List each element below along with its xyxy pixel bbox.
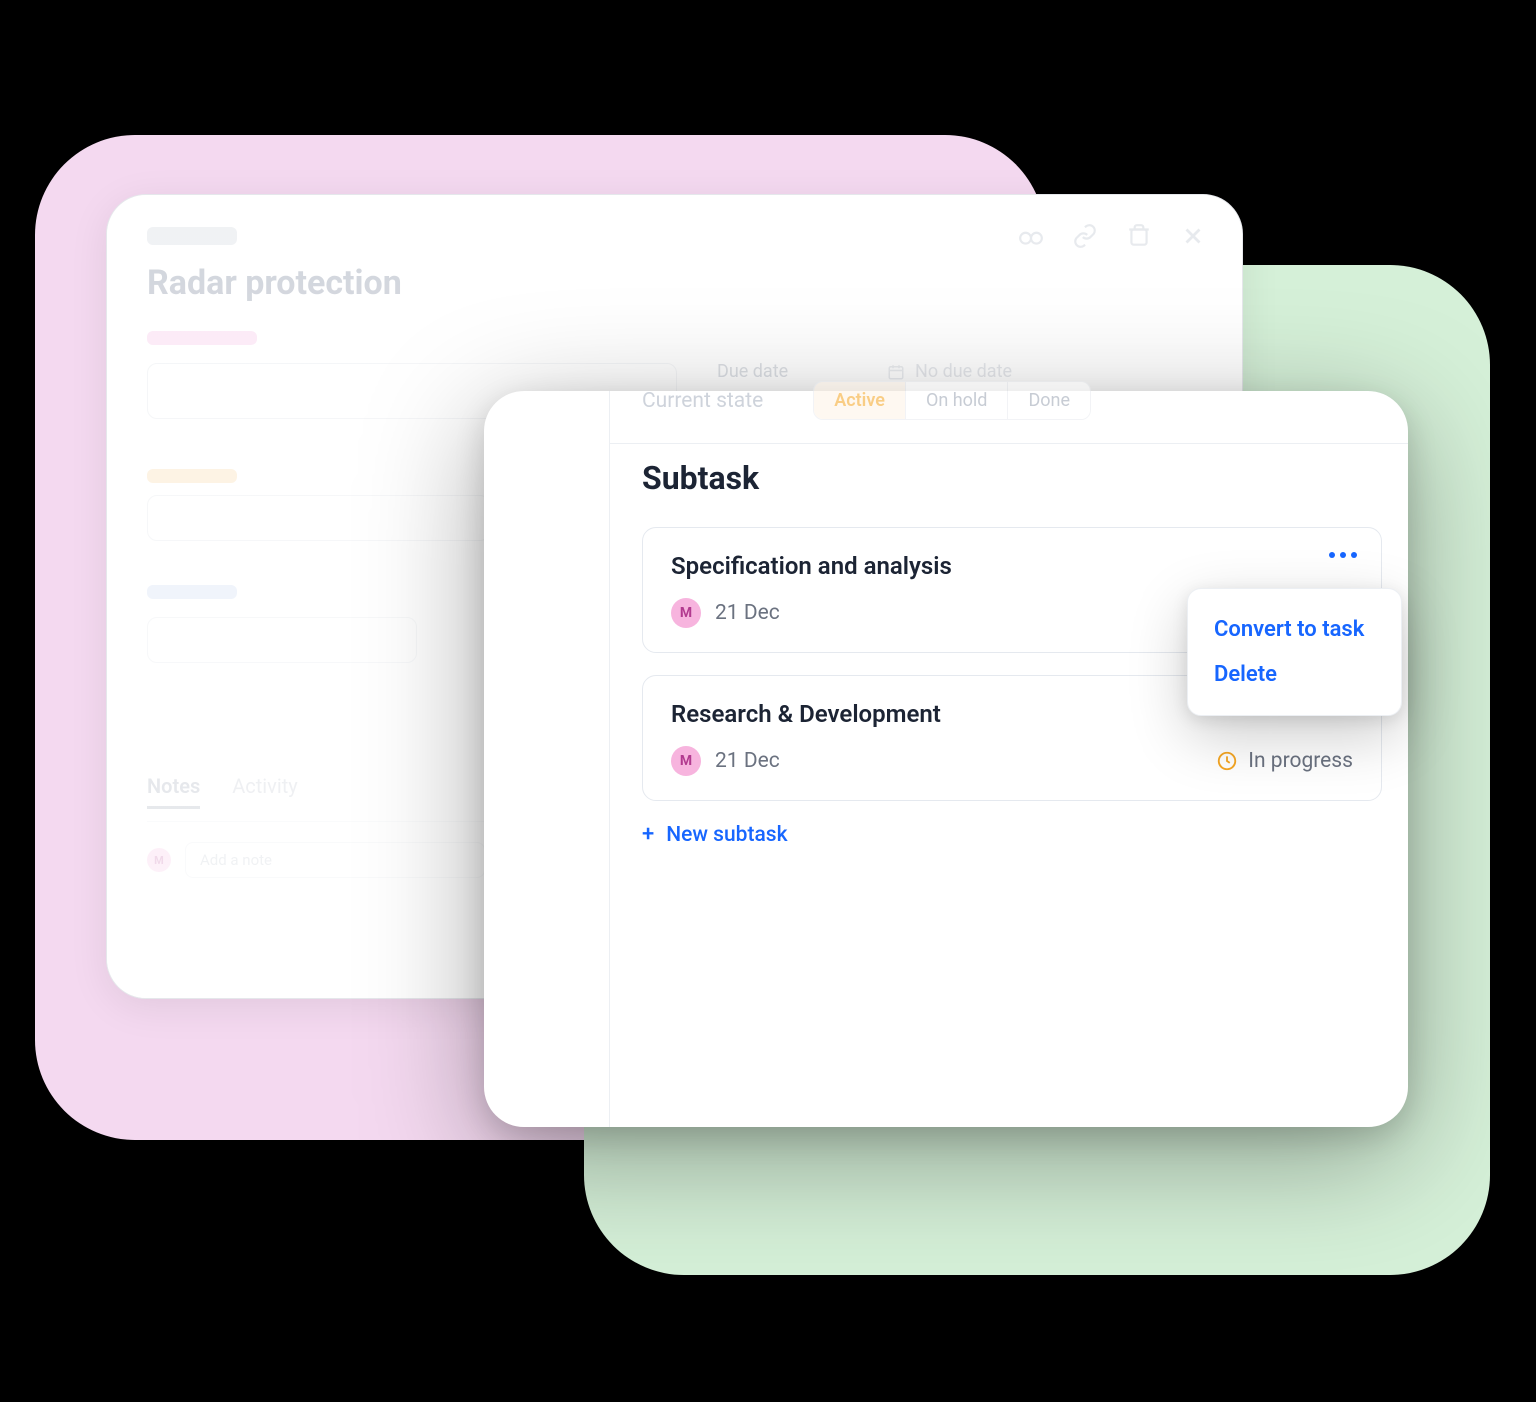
tab-notes[interactable]: Notes <box>147 774 200 809</box>
avatar: M <box>147 848 171 872</box>
due-date-label: Due date <box>717 361 827 382</box>
new-subtask-label: New subtask <box>666 823 787 847</box>
more-menu-button[interactable] <box>1329 552 1357 558</box>
trash-icon[interactable] <box>1126 223 1152 249</box>
subtask-date: 21 Dec <box>715 749 780 773</box>
task-title: Radar protection <box>147 263 1202 303</box>
note-input[interactable]: Add a note <box>185 842 485 878</box>
subtask-card-front: Current state Active On hold Done Subtas… <box>484 391 1408 1127</box>
subtask-date: 21 Dec <box>715 601 780 625</box>
tab-activity[interactable]: Activity <box>232 774 297 809</box>
back-header: Radar protection <box>107 195 1242 303</box>
menu-convert-to-task[interactable]: Convert to task <box>1188 607 1401 652</box>
field-label-skeleton <box>147 469 237 483</box>
plus-icon: + <box>642 824 654 846</box>
new-subtask-button[interactable]: + New subtask <box>642 823 1408 847</box>
context-menu: Convert to task Delete <box>1187 588 1402 716</box>
avatar: M <box>671 746 701 776</box>
section-title: Subtask <box>642 459 1408 497</box>
toolbar <box>1018 223 1206 249</box>
binoculars-icon[interactable] <box>1018 223 1044 249</box>
avatar: M <box>671 598 701 628</box>
due-date-value[interactable]: No due date <box>887 361 1012 382</box>
calendar-icon <box>887 363 905 381</box>
breadcrumb-skeleton <box>147 227 237 245</box>
subtask-title: Specification and analysis <box>671 552 1353 580</box>
close-icon[interactable] <box>1180 223 1206 249</box>
field-input-skeleton[interactable] <box>147 617 417 663</box>
link-icon[interactable] <box>1072 223 1098 249</box>
field-label-skeleton <box>147 331 257 345</box>
clock-icon <box>1216 750 1238 772</box>
menu-delete[interactable]: Delete <box>1188 652 1401 697</box>
field-label-skeleton <box>147 585 237 599</box>
field-input-skeleton[interactable] <box>147 495 490 541</box>
subtask-status: In progress <box>1248 749 1353 773</box>
